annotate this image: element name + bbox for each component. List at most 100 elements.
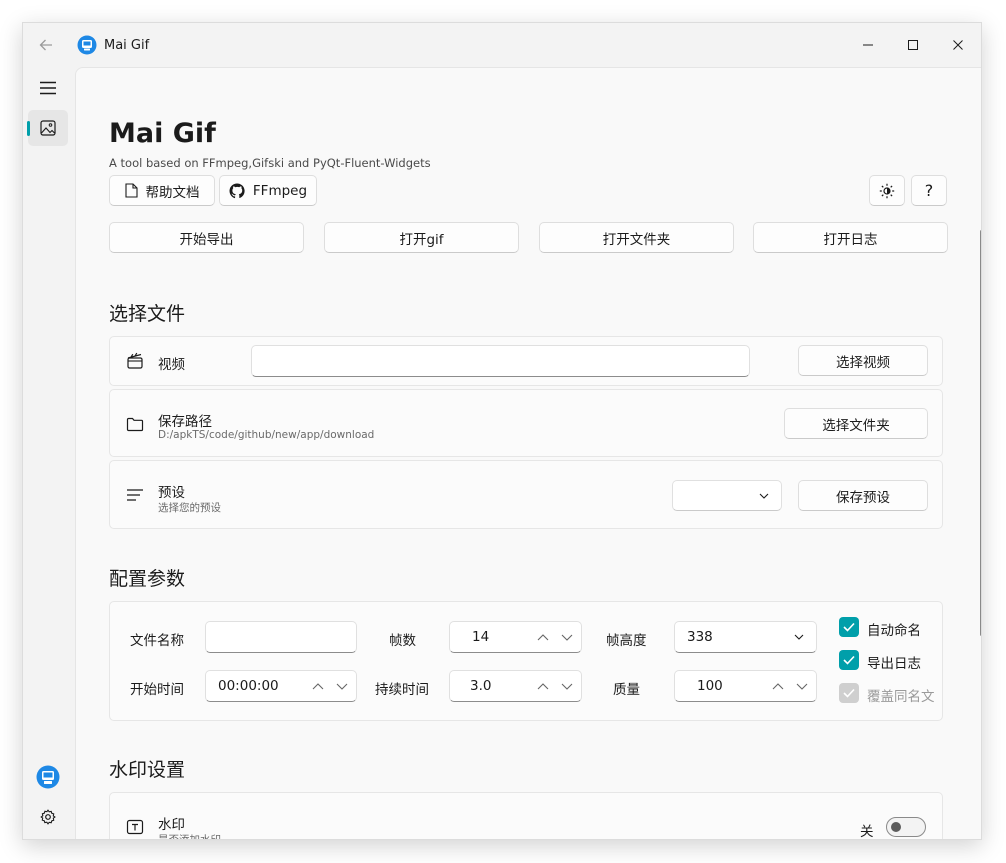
file-name-input[interactable] [205,621,357,653]
section-title-select-files: 选择文件 [109,303,186,325]
navigation-panel [23,67,75,837]
settings-button[interactable] [28,799,68,835]
export-log-label: 导出日志 [867,656,921,672]
close-button[interactable] [935,29,981,61]
gif-avatar-icon [36,765,60,789]
lines-icon [127,489,143,501]
params-card: 文件名称 帧数 14 帧高度 338 自动命名 导出日志 覆盖同名文 开始时间 … [109,601,943,721]
theme-toggle-button[interactable] [869,175,905,206]
text-box-icon [126,819,144,835]
select-video-label: 选择视频 [836,354,890,371]
check-icon [843,688,855,698]
ffmpeg-button[interactable]: FFmpeg [219,175,317,206]
open-folder-label: 打开文件夹 [602,231,671,248]
folder-icon [126,417,144,432]
open-log-button[interactable]: 打开日志 [753,222,948,253]
frame-height-dropdown[interactable]: 338 [674,621,817,653]
chevron-up-icon[interactable] [537,682,549,690]
clapperboard-icon [127,352,143,369]
frame-height-value: 338 [687,629,713,645]
brightness-icon [879,183,895,198]
chevron-down-icon [759,493,769,499]
save-path-label: 保存路径 [158,414,212,430]
select-video-button[interactable]: 选择视频 [798,345,928,376]
help-doc-label: 帮助文档 [145,184,200,201]
mai-gif-logo-icon [77,35,97,55]
save-preset-label: 保存预设 [836,489,890,506]
select-folder-button[interactable]: 选择文件夹 [784,408,928,439]
video-card: 视频 选择视频 [109,336,943,386]
watermark-desc: 是否添加水印 [158,834,221,840]
vertical-scrollbar[interactable] [980,230,981,636]
open-gif-button[interactable]: 打开gif [324,222,519,253]
fps-value: 14 [472,629,490,645]
arrow-left-icon [39,39,52,51]
hamburger-menu-icon [40,81,56,95]
preset-dropdown[interactable] [672,480,782,511]
github-icon [229,182,245,198]
fps-spinbox[interactable]: 14 [449,621,582,653]
chevron-up-icon[interactable] [772,682,784,690]
chevron-down-icon[interactable] [561,683,573,690]
quality-label: 质量 [613,682,640,698]
start-export-label: 开始导出 [179,231,234,248]
watermark-state-label: 关 [860,824,874,840]
chevron-down-icon[interactable] [796,683,808,690]
watermark-toggle[interactable] [886,817,926,837]
select-folder-label: 选择文件夹 [822,417,890,434]
duration-spinbox[interactable]: 3.0 [449,670,582,702]
title-bar: Mai Gif [23,23,981,67]
auto-name-label: 自动命名 [867,623,921,639]
export-log-checkbox[interactable] [839,650,859,670]
help-doc-button[interactable]: 帮助文档 [109,175,215,206]
file-name-label: 文件名称 [130,633,184,649]
chevron-down-icon[interactable] [561,634,573,641]
video-path-input[interactable] [251,345,750,377]
check-icon [843,622,855,632]
maximize-button[interactable] [890,29,936,61]
start-time-value: 00:00:00 [218,678,279,694]
section-title-watermark: 水印设置 [109,759,186,781]
avatar[interactable] [28,759,68,795]
watermark-card: 水印 是否添加水印 关 [109,792,943,840]
document-icon [124,183,138,198]
main-content: Mai Gif A tool based on FFmpeg,Gifski an… [75,67,981,840]
chevron-up-icon[interactable] [312,682,324,690]
preset-card: 预设 选择您的预设 保存预设 [109,460,943,529]
help-button[interactable]: ? [911,175,947,206]
open-log-label: 打开日志 [823,231,878,248]
chevron-down-icon[interactable] [336,683,348,690]
save-path-card: 保存路径 D:/apkTS/code/github/new/app/downlo… [109,389,943,457]
chevron-up-icon[interactable] [537,633,549,641]
duration-value: 3.0 [470,678,492,694]
maximize-icon [908,40,918,50]
menu-button[interactable] [28,70,68,106]
minimize-button[interactable] [845,29,891,61]
save-preset-button[interactable]: 保存预设 [798,480,928,511]
quality-spinbox[interactable]: 100 [674,670,817,702]
page-subtitle: A tool based on FFmpeg,Gifski and PyQt-F… [109,156,431,170]
back-button[interactable] [33,32,59,58]
window-title: Mai Gif [104,38,150,53]
open-folder-button[interactable]: 打开文件夹 [539,222,734,253]
page-title: Mai Gif [109,118,216,149]
auto-name-checkbox[interactable] [839,617,859,637]
start-time-input[interactable]: 00:00:00 [205,670,357,702]
nav-active-indicator [27,121,30,136]
gear-icon [40,809,56,825]
chevron-down-icon [794,634,804,640]
watermark-label: 水印 [158,817,185,833]
preset-label: 预设 [158,485,185,501]
close-icon [953,40,963,50]
nav-item-gif[interactable] [27,110,68,146]
help-label: ? [924,181,934,200]
overwrite-checkbox [839,683,859,703]
duration-label: 持续时间 [375,682,429,698]
minimize-icon [863,44,873,46]
toggle-knob [891,822,901,832]
overwrite-label: 覆盖同名文 [867,689,935,705]
fps-label: 帧数 [389,633,416,649]
start-time-label: 开始时间 [130,682,184,698]
start-export-button[interactable]: 开始导出 [109,222,304,253]
check-icon [843,655,855,665]
